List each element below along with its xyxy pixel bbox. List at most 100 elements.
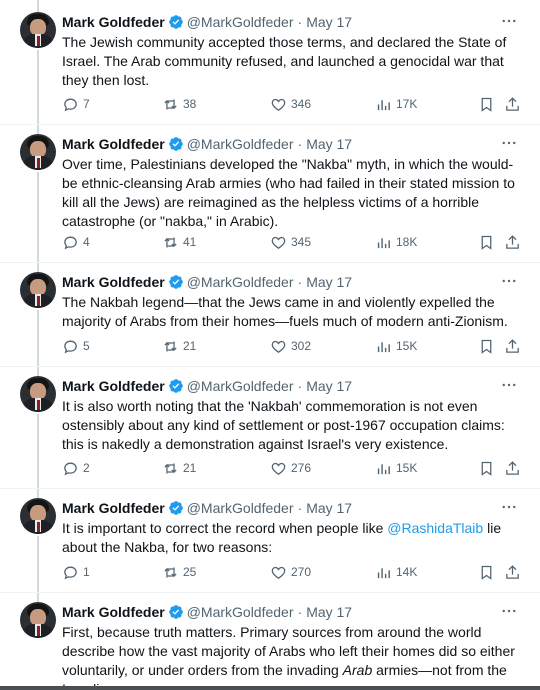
author-handle[interactable]: @MarkGoldfeder — [187, 134, 294, 154]
reply-button[interactable]: 2 — [62, 458, 90, 478]
separator: · — [297, 604, 303, 620]
bookmark-icon — [481, 339, 492, 354]
retweet-icon — [164, 237, 177, 247]
avatar[interactable] — [20, 498, 56, 534]
share-icon — [506, 234, 519, 249]
avatar[interactable] — [20, 376, 56, 412]
views-bar-chart-icon — [377, 99, 390, 110]
like-button[interactable]: 270 — [270, 562, 311, 582]
separator: · — [297, 14, 303, 30]
retweet-button[interactable]: 21 — [162, 336, 196, 356]
author-name[interactable]: Mark Goldfeder — [62, 134, 165, 154]
views-count: 15K — [396, 461, 418, 475]
bookmark-icon — [481, 461, 492, 476]
retweet-button[interactable]: 25 — [162, 562, 196, 582]
mention-link[interactable]: @RashidaTlaib — [387, 520, 483, 536]
views-count: 17K — [396, 97, 418, 111]
tweet-actions: 2 21 276 15K — [62, 458, 522, 478]
author-handle[interactable]: @MarkGoldfeder — [187, 272, 294, 292]
share-button[interactable] — [504, 94, 521, 114]
views-button[interactable]: 18K — [375, 232, 417, 252]
tweet[interactable]: Mark Goldfeder @MarkGoldfeder · May 17 I… — [0, 498, 540, 592]
share-button[interactable] — [504, 458, 521, 478]
views-button[interactable]: 14K — [375, 562, 417, 582]
heart-icon — [271, 340, 286, 353]
tweet-text: First, because truth matters. Primary so… — [62, 623, 522, 686]
author-name[interactable]: Mark Goldfeder — [62, 602, 165, 622]
reply-button[interactable]: 7 — [62, 94, 90, 114]
author-handle[interactable]: @MarkGoldfeder — [187, 602, 294, 622]
more-dots-icon[interactable] — [500, 272, 518, 290]
bookmark-button[interactable] — [478, 232, 495, 252]
tweet-date[interactable]: May 17 — [306, 602, 352, 622]
share-icon — [506, 460, 519, 475]
like-button[interactable]: 276 — [270, 458, 311, 478]
verified-badge-icon — [168, 15, 183, 29]
like-button[interactable]: 345 — [270, 232, 311, 252]
retweet-button[interactable]: 38 — [162, 94, 196, 114]
tweet-text: The Jewish community accepted those term… — [62, 34, 507, 88]
tweet[interactable]: Mark Goldfeder @MarkGoldfeder · May 17 T… — [0, 12, 540, 124]
avatar[interactable] — [20, 602, 56, 638]
tweet-text: The Nakbah legend—that the Jews came in … — [62, 294, 508, 329]
tweet[interactable]: Mark Goldfeder @MarkGoldfeder · May 17 O… — [0, 134, 540, 262]
share-icon — [506, 338, 519, 353]
author-name[interactable]: Mark Goldfeder — [62, 498, 165, 518]
tweet-header: Mark Goldfeder @MarkGoldfeder · May 17 — [62, 134, 522, 154]
tweet[interactable]: Mark Goldfeder @MarkGoldfeder · May 17 T… — [0, 272, 540, 366]
share-button[interactable] — [504, 336, 521, 356]
tweet[interactable]: Mark Goldfeder @MarkGoldfeder · May 17 F… — [0, 602, 540, 686]
reply-button[interactable]: 4 — [62, 232, 90, 252]
author-name[interactable]: Mark Goldfeder — [62, 12, 165, 32]
tweet-date[interactable]: May 17 — [306, 272, 352, 292]
retweet-button[interactable]: 41 — [162, 232, 196, 252]
author-handle[interactable]: @MarkGoldfeder — [187, 12, 294, 32]
separator: · — [297, 500, 303, 516]
author-handle[interactable]: @MarkGoldfeder — [187, 498, 294, 518]
tweet-actions: 4 41 345 18K — [62, 232, 522, 252]
reply-button[interactable]: 5 — [62, 336, 90, 356]
views-button[interactable]: 15K — [375, 336, 417, 356]
verified-badge-icon — [168, 605, 183, 619]
tweet-actions: 1 25 270 14K — [62, 562, 522, 582]
like-button[interactable]: 302 — [270, 336, 311, 356]
avatar[interactable] — [20, 12, 56, 48]
reply-icon — [64, 340, 77, 353]
avatar[interactable] — [20, 272, 56, 308]
share-button[interactable] — [504, 232, 521, 252]
tweet-date[interactable]: May 17 — [306, 498, 352, 518]
views-button[interactable]: 17K — [375, 94, 417, 114]
share-button[interactable] — [504, 562, 521, 582]
author-name[interactable]: Mark Goldfeder — [62, 376, 165, 396]
bookmark-button[interactable] — [478, 458, 495, 478]
like-button[interactable]: 346 — [270, 94, 311, 114]
views-bar-chart-icon — [377, 341, 390, 352]
reply-button[interactable]: 1 — [62, 562, 90, 582]
tweet-date[interactable]: May 17 — [306, 376, 352, 396]
reply-count: 7 — [83, 97, 90, 111]
like-count: 276 — [291, 461, 312, 475]
bookmark-button[interactable] — [478, 562, 495, 582]
thread-line — [37, 0, 39, 12]
more-dots-icon[interactable] — [500, 498, 518, 516]
divider — [0, 488, 540, 489]
verified-badge-icon — [168, 275, 183, 289]
tweet-header: Mark Goldfeder @MarkGoldfeder · May 17 — [62, 12, 522, 32]
more-dots-icon[interactable] — [500, 134, 518, 152]
views-button[interactable]: 15K — [375, 458, 417, 478]
more-dots-icon[interactable] — [500, 602, 518, 620]
bookmark-button[interactable] — [478, 94, 495, 114]
author-handle[interactable]: @MarkGoldfeder — [187, 376, 294, 396]
avatar[interactable] — [20, 134, 56, 170]
tweet-date[interactable]: May 17 — [306, 12, 352, 32]
more-dots-icon[interactable] — [500, 376, 518, 394]
tweet[interactable]: Mark Goldfeder @MarkGoldfeder · May 17 I… — [0, 376, 540, 488]
heart-icon — [271, 98, 286, 111]
retweet-button[interactable]: 21 — [162, 458, 196, 478]
tweet-text-part: It is important to correct the record wh… — [62, 520, 388, 536]
more-dots-icon[interactable] — [500, 12, 518, 30]
bookmark-button[interactable] — [478, 336, 495, 356]
tweet-date[interactable]: May 17 — [306, 134, 352, 154]
author-name[interactable]: Mark Goldfeder — [62, 272, 165, 292]
separator: · — [297, 136, 303, 152]
